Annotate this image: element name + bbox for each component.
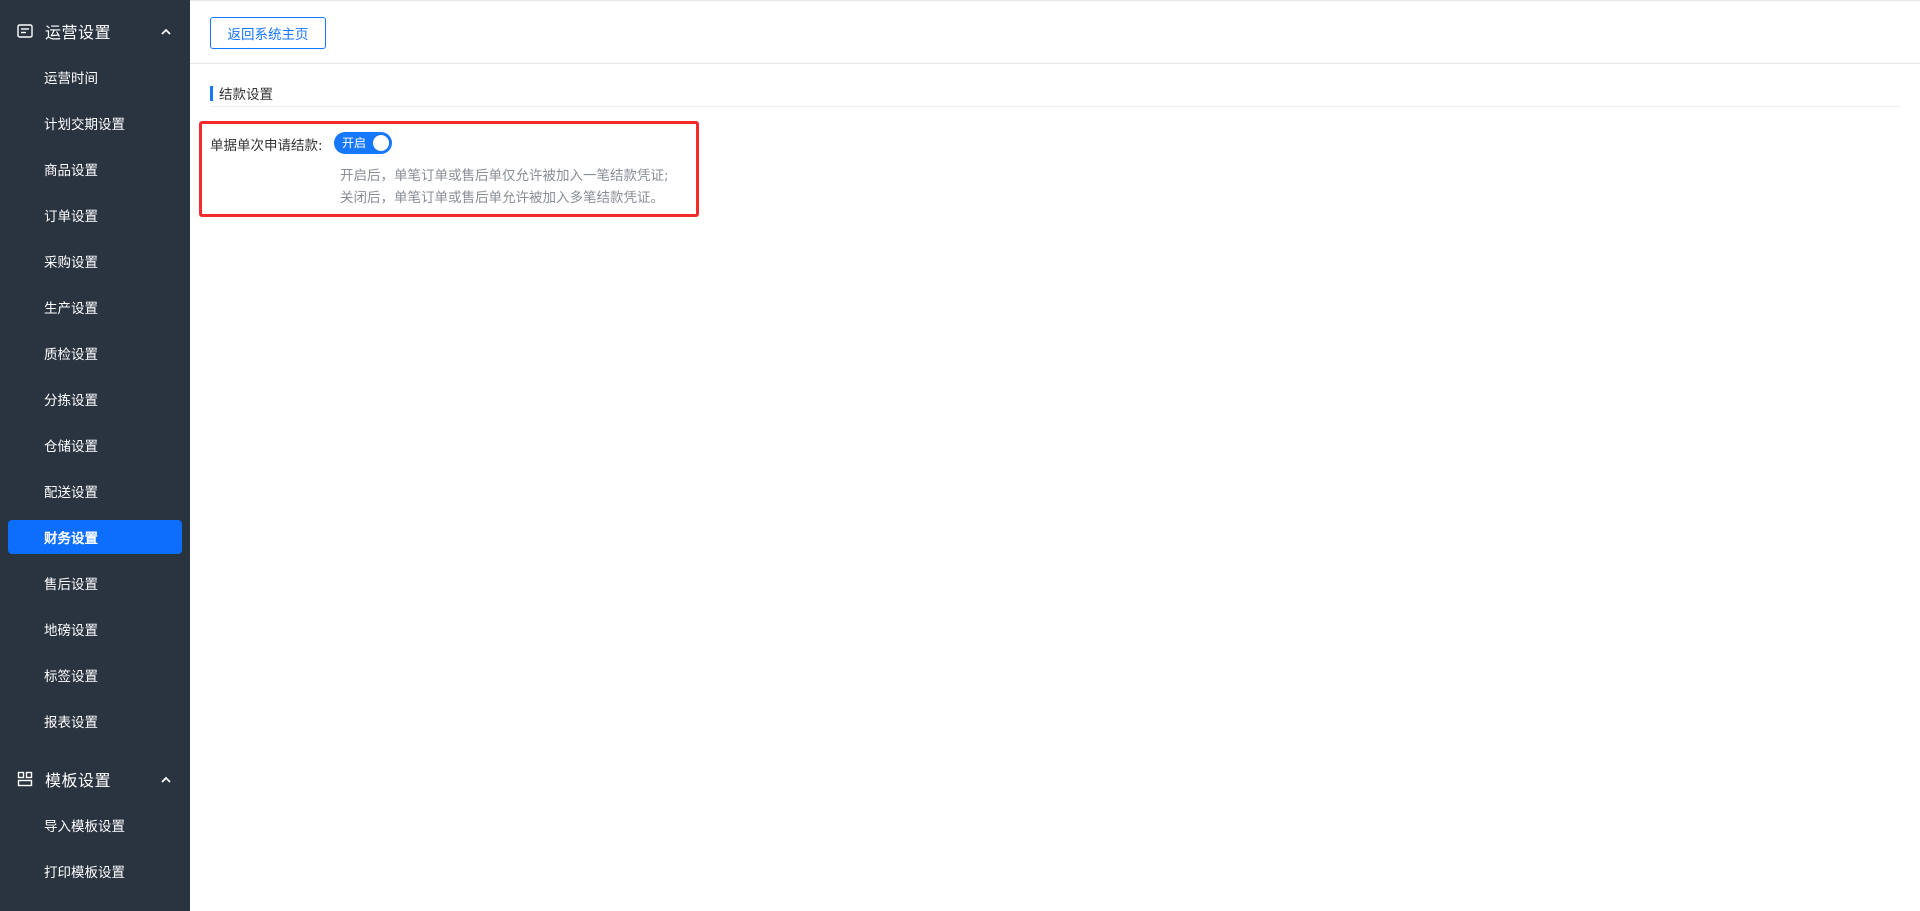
chevron-up-icon [160,25,172,37]
sidebar-group-templates-header[interactable]: 模板设置 [0,757,190,801]
layout-blocks-icon [17,771,33,787]
topbar: 返回系统主页 [190,0,1920,64]
sidebar-item-label-settings[interactable]: 标签设置 [8,658,182,692]
sidebar-item-label: 财务设置 [44,531,98,547]
sidebar-item-label: 导入模板设置 [44,819,125,835]
sidebar: 运营设置 运营时间 计划交期设置 商品设置 订单设置 采购设置 生产设置 质检设… [0,0,190,911]
sidebar-item-purchase[interactable]: 采购设置 [8,244,182,278]
sidebar-item-label: 商品设置 [44,163,98,179]
sidebar-group-label: 模板设置 [45,771,112,790]
section-divider [210,106,1900,107]
switch-state-label: 开启 [342,136,367,150]
sidebar-item-sorting[interactable]: 分拣设置 [8,382,182,416]
sidebar-item-order[interactable]: 订单设置 [8,198,182,232]
sidebar-item-label: 配送设置 [44,485,98,501]
sidebar-item-production[interactable]: 生产设置 [8,290,182,324]
section-title-label: 结款设置 [219,87,273,103]
sidebar-item-label: 订单设置 [44,209,98,225]
switch-knob [373,135,389,151]
sidebar-item-label: 打印模板设置 [44,865,125,881]
sidebar-item-label: 地磅设置 [44,623,98,639]
sidebar-item-label: 运营时间 [44,71,98,87]
sidebar-item-report[interactable]: 报表设置 [8,704,182,738]
back-to-home-button[interactable]: 返回系统主页 [210,17,326,49]
sidebar-item-label: 质检设置 [44,347,98,363]
sidebar-item-label: 标签设置 [44,669,98,685]
sidebar-item-delivery-plan[interactable]: 计划交期设置 [8,106,182,140]
sidebar-item-label: 采购设置 [44,255,98,271]
sidebar-group-label: 运营设置 [45,23,112,42]
sidebar-item-weighbridge[interactable]: 地磅设置 [8,612,182,646]
single-settlement-switch[interactable]: 开启 [334,132,392,154]
sidebar-item-operating-hours[interactable]: 运营时间 [8,60,182,94]
list-card-icon [17,23,33,39]
sidebar-item-label: 计划交期设置 [44,117,125,133]
setting-hint-on: 开启后，单笔订单或售后单仅允许被加入一笔结款凭证; [340,168,669,184]
sidebar-item-finance[interactable]: 财务设置 [8,520,182,554]
single-settlement-label: 单据单次申请结款: [210,138,323,154]
sidebar-item-product[interactable]: 商品设置 [8,152,182,186]
app-root: 运营设置 运营时间 计划交期设置 商品设置 订单设置 采购设置 生产设置 质检设… [0,0,1920,911]
sidebar-item-label: 售后设置 [44,577,98,593]
sidebar-item-print-template[interactable]: 打印模板设置 [8,854,182,888]
section-title: 结款设置 [210,84,273,103]
sidebar-item-label: 生产设置 [44,301,98,317]
setting-hint-off: 关闭后，单笔订单或售后单允许被加入多笔结款凭证。 [340,190,664,206]
sidebar-item-warehouse[interactable]: 仓储设置 [8,428,182,462]
sidebar-item-quality-check[interactable]: 质检设置 [8,336,182,370]
sidebar-group-operations-header[interactable]: 运营设置 [0,9,190,53]
sidebar-item-label: 仓储设置 [44,439,98,455]
sidebar-item-import-template[interactable]: 导入模板设置 [8,808,182,842]
section-title-marker [210,85,213,101]
chevron-up-icon [160,773,172,785]
sidebar-item-distribution[interactable]: 配送设置 [8,474,182,508]
sidebar-item-label: 报表设置 [44,715,98,731]
sidebar-item-label: 分拣设置 [44,393,98,409]
sidebar-item-after-sales[interactable]: 售后设置 [8,566,182,600]
